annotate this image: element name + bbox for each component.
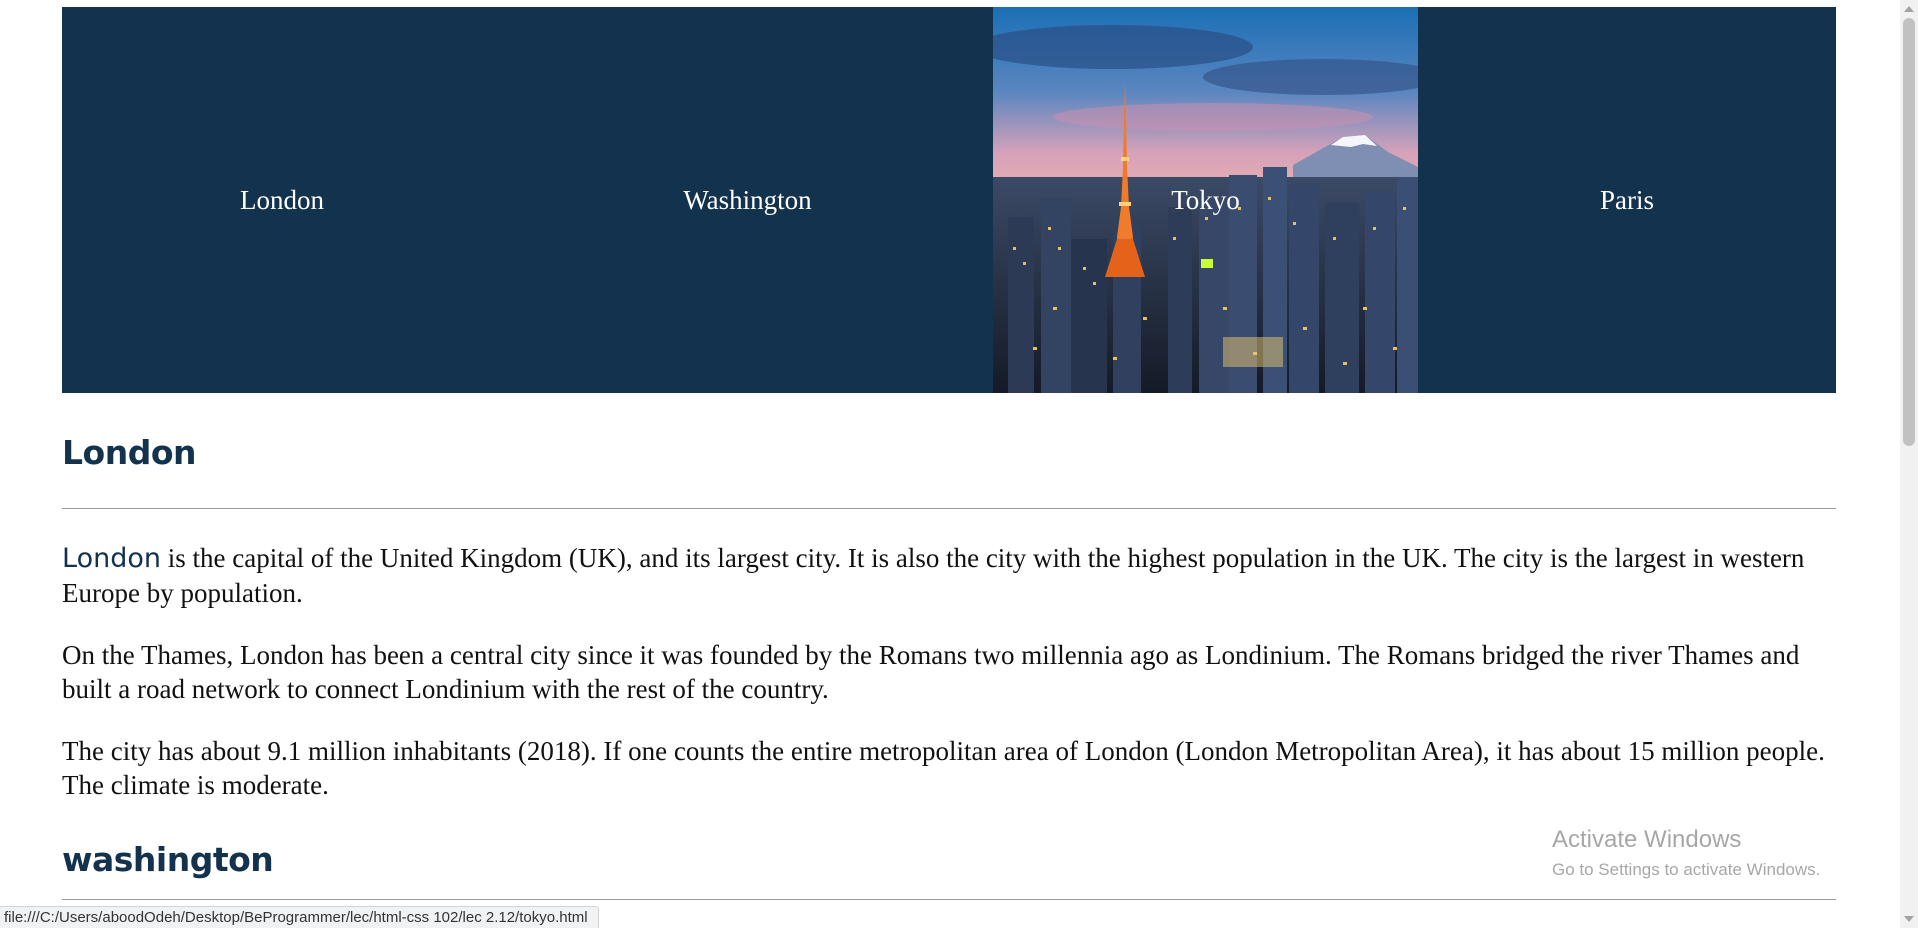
link-status-bar: file:///C:/Users/aboodOdeh/Desktop/BePro… <box>0 906 599 928</box>
vertical-scrollbar[interactable] <box>1900 0 1918 928</box>
nav-item-washington[interactable]: Washington <box>502 7 993 393</box>
watermark-subtitle: Go to Settings to activate Windows. <box>1552 860 1821 879</box>
city-nav: London Washington Tokyo Paris <box>62 7 1836 393</box>
section-title: London <box>62 433 196 472</box>
nav-item-label: London <box>240 184 324 215</box>
nav-item-label: Tokyo <box>1171 184 1240 215</box>
watermark-title: Activate Windows <box>1552 826 1742 853</box>
scroll-down-arrow-icon[interactable] <box>1904 916 1914 922</box>
divider <box>62 899 1836 900</box>
paragraph: The city has about 9.1 million inhabitan… <box>62 736 1825 800</box>
main-content: London Washington Tokyo Paris London Lon… <box>62 7 1836 900</box>
scroll-thumb[interactable] <box>1903 18 1915 446</box>
nav-item-tokyo[interactable]: Tokyo <box>993 7 1418 393</box>
paragraph: On the Thames, London has been a central… <box>62 640 1800 704</box>
paragraph: London is the capital of the United King… <box>62 541 1836 610</box>
scroll-up-arrow-icon[interactable] <box>1904 6 1914 12</box>
nav-item-paris[interactable]: Paris <box>1418 7 1836 393</box>
nav-item-london[interactable]: London <box>62 7 502 393</box>
paragraph-text: is the capital of the United Kingdom (UK… <box>62 543 1805 608</box>
nav-item-label: Washington <box>683 184 812 215</box>
section-london: London London is the capital of the Unit… <box>62 433 1836 802</box>
page: London Washington Tokyo Paris London Lon… <box>0 0 1918 928</box>
lead-word: London <box>62 543 161 574</box>
activate-windows-watermark: Activate Windows Go to Settings to activ… <box>1552 826 1820 880</box>
nav-item-label: Paris <box>1600 184 1654 215</box>
divider <box>62 508 1836 509</box>
